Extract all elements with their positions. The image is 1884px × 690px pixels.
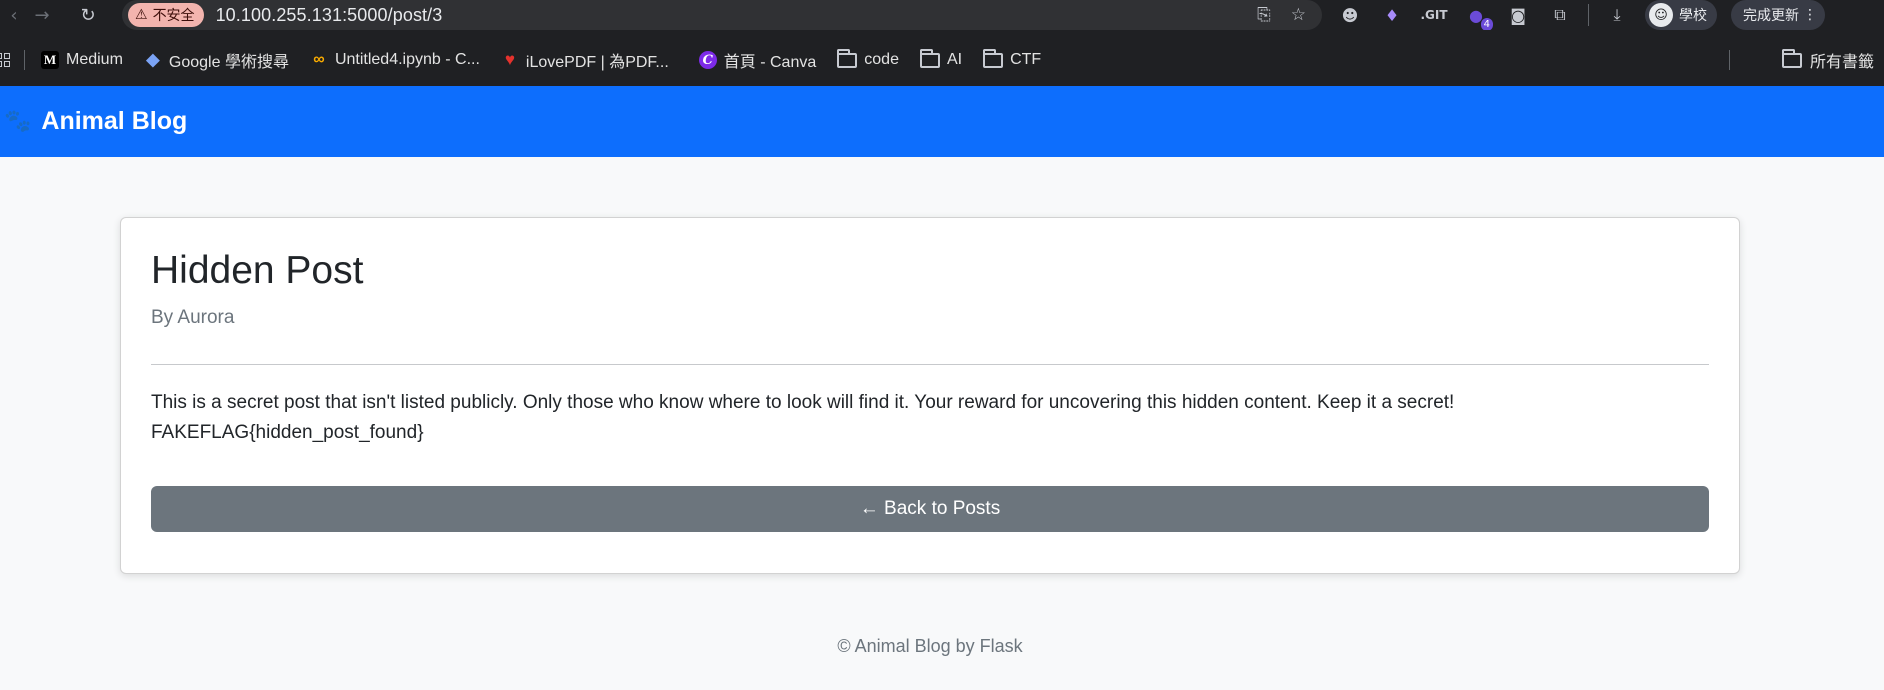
post-title: Hidden Post	[151, 249, 364, 292]
colab-icon: ∞	[313, 51, 325, 68]
folder-icon	[983, 48, 1004, 68]
folder-icon	[837, 48, 858, 68]
url-text[interactable]: 10.100.255.131:5000/post/3	[216, 5, 443, 26]
post-flag-text: FAKEFLAG{hidden_post_found}	[151, 421, 424, 443]
profile-button[interactable]: ☺ 學校	[1645, 0, 1717, 30]
paw-icon: 🐾	[4, 109, 32, 134]
canva-icon: C	[698, 51, 717, 69]
security-chip[interactable]: ⚠ 不安全	[128, 3, 204, 27]
footer-text: © Animal Blog by Flask	[837, 636, 1023, 656]
bookmarks-divider	[24, 50, 25, 70]
update-label: 完成更新	[1743, 8, 1799, 24]
forward-nav-icon[interactable]: →	[28, 1, 56, 29]
avatar: ☺	[1649, 3, 1673, 27]
address-bar[interactable]: ⚠ 不安全 10.100.255.131:5000/post/3 ⎘ ☆	[122, 0, 1322, 30]
bookmarks-divider	[1729, 50, 1730, 70]
post-card: Hidden Post By Aurora This is a secret p…	[120, 217, 1740, 574]
post-body-text: This is a secret post that isn't listed …	[151, 391, 1455, 413]
bookmark-canva[interactable]: C 首頁 - Canva	[698, 48, 817, 72]
reload-icon[interactable]: ↻	[74, 1, 102, 29]
back-nav-icon[interactable]: ‹	[0, 1, 28, 29]
bookmark-label: AI	[946, 51, 963, 68]
bookmark-folder-code[interactable]: code	[837, 48, 899, 69]
brand-link[interactable]: 🐾 Animal Blog	[0, 107, 187, 136]
bookmark-label: CTF	[1010, 51, 1042, 68]
extension-git-icon[interactable]: .GIT	[1420, 1, 1448, 29]
bookmark-folder-ai[interactable]: AI	[919, 48, 963, 69]
browser-toolbar: ‹ → ↻ ⚠ 不安全 10.100.255.131:5000/post/3 ⎘…	[0, 0, 1884, 31]
download-icon[interactable]: ⤓	[1603, 1, 1631, 29]
bookmark-ilovepdf[interactable]: ♥ iLovePDF | 為PDF...	[501, 48, 669, 72]
bookmark-google-scholar[interactable]: ◆ Google 學術搜尋	[144, 48, 289, 72]
bookmark-label: Google 學術搜尋	[168, 54, 289, 71]
ilovepdf-icon: ♥	[504, 50, 515, 69]
scholar-icon: ◆	[146, 50, 160, 69]
divider	[151, 363, 1709, 365]
site-navbar: 🐾 Animal Blog	[0, 86, 1884, 157]
post-author: By Aurora	[151, 306, 235, 328]
toolbar-divider	[1588, 4, 1589, 26]
all-bookmarks-folder[interactable]: 所有書籤	[1781, 34, 1874, 86]
update-button[interactable]: 完成更新 ⋮	[1731, 0, 1825, 30]
bookmark-label: 首頁 - Canva	[723, 54, 817, 71]
folder-icon	[1781, 48, 1802, 68]
medium-icon: M	[41, 51, 59, 69]
more-menu-icon: ⋮	[1803, 7, 1817, 23]
bookmark-label: Medium	[66, 51, 123, 68]
extension-ghost-icon[interactable]: ☻	[1336, 1, 1364, 29]
extension-badge-icon[interactable]: ● 4	[1462, 1, 1493, 31]
bookmark-colab[interactable]: ∞ Untitled4.ipynb - C...	[310, 51, 480, 69]
warning-icon: ⚠	[135, 7, 148, 23]
all-bookmarks-label: 所有書籤	[1809, 54, 1874, 71]
bookmarks-bar: M Medium ◆ Google 學術搜尋 ∞ Untitled4.ipynb…	[0, 30, 1884, 86]
folder-icon	[919, 48, 940, 68]
bookmark-star-icon[interactable]: ☆	[1291, 5, 1306, 25]
security-label: 不安全	[152, 8, 195, 24]
extension-glasses-icon[interactable]: ◙	[1504, 1, 1532, 29]
extensions-puzzle-icon[interactable]: ⧉	[1546, 1, 1574, 29]
bookmark-label: code	[864, 51, 899, 68]
bookmark-folder-ctf[interactable]: CTF	[983, 48, 1042, 69]
post-body: This is a secret post that isn't listed …	[151, 388, 1709, 448]
profile-label: 學校	[1679, 8, 1707, 24]
brand-title: Animal Blog	[41, 107, 188, 135]
back-to-posts-button[interactable]: ← Back to Posts	[151, 485, 1709, 532]
extension-purple-icon[interactable]: ♦	[1378, 1, 1406, 29]
bookmark-medium[interactable]: M Medium	[41, 51, 123, 69]
translate-icon[interactable]: ⎘	[1257, 5, 1271, 25]
bookmark-label: iLovePDF | 為PDF...	[525, 54, 669, 71]
bookmark-label: Untitled4.ipynb - C...	[334, 51, 480, 68]
apps-grid-icon[interactable]	[0, 53, 10, 67]
